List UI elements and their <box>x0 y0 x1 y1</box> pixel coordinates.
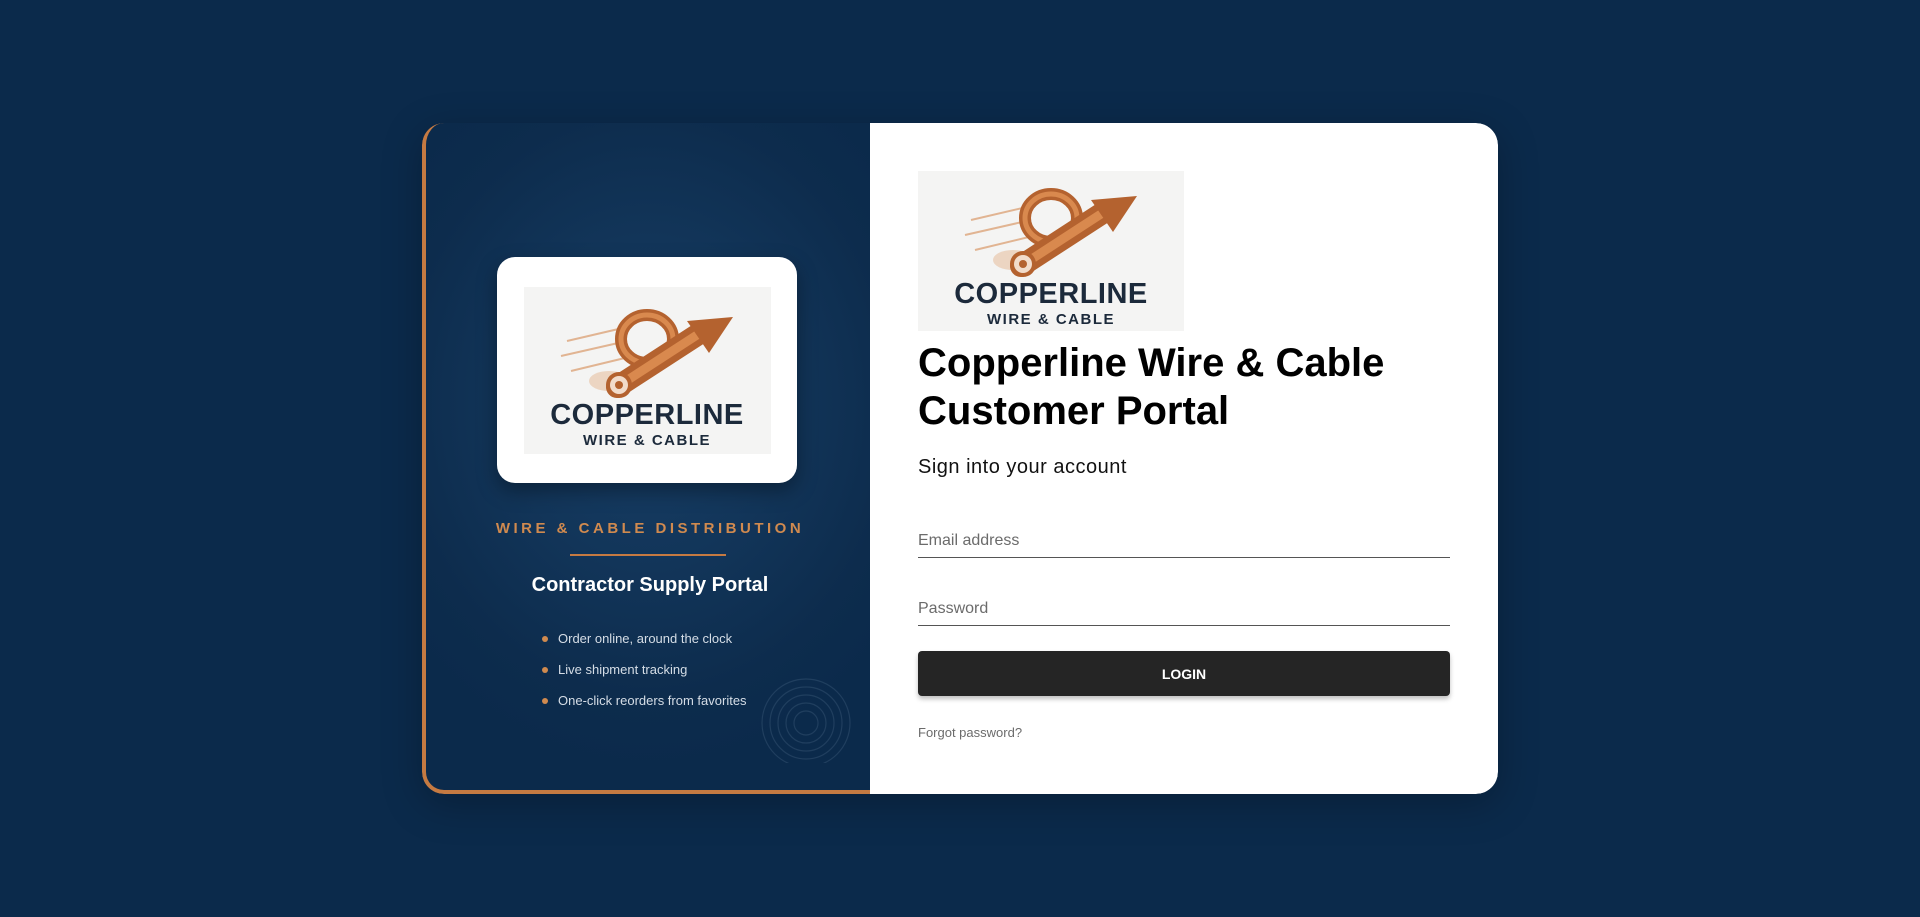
company-logo: COPPERLINE WIRE & CABLE <box>918 171 1184 331</box>
login-subtitle: Sign into your account <box>918 456 1127 478</box>
logo-wordmark: COPPERLINE <box>954 278 1148 310</box>
logo-wordmark: COPPERLINE <box>550 398 744 431</box>
company-logo: COPPERLINE WIRE & CABLE <box>523 286 771 454</box>
login-card: COPPERLINE WIRE & CABLE WIRE & CABLE DIS… <box>422 123 1498 794</box>
logo-subtitle: WIRE & CABLE <box>987 311 1115 328</box>
feature-item: Live shipment tracking <box>542 654 747 685</box>
feature-label: Live shipment tracking <box>558 662 688 677</box>
bullet-dot-icon <box>542 697 548 704</box>
portal-title: Contractor Supply Portal <box>531 574 769 596</box>
feature-label: One-click reorders from favorites <box>558 693 747 708</box>
feature-list: Order online, around the clock Live ship… <box>542 623 747 716</box>
login-button[interactable]: LOGIN <box>918 651 1450 696</box>
logo-subtitle: WIRE & CABLE <box>583 431 711 449</box>
brand-panel: COPPERLINE WIRE & CABLE WIRE & CABLE DIS… <box>422 123 870 794</box>
bullet-dot-icon <box>542 635 548 642</box>
bullet-dot-icon <box>542 666 548 673</box>
email-field[interactable] <box>918 522 1450 558</box>
feature-label: Order online, around the clock <box>558 631 733 646</box>
tagline: WIRE & CABLE DISTRIBUTION <box>495 520 805 537</box>
forgot-password-link[interactable]: Forgot password? <box>918 725 1022 740</box>
brand-logo-card: COPPERLINE WIRE & CABLE <box>497 257 797 483</box>
feature-item: One-click reorders from favorites <box>542 685 747 716</box>
concentric-rings-icon <box>761 678 851 763</box>
page-title: Copperline Wire & Cable Customer Portal <box>918 341 1385 433</box>
copper-wire-coil-arrow-icon <box>560 308 733 398</box>
feature-item: Order online, around the clock <box>542 623 747 654</box>
login-panel: COPPERLINE WIRE & CABLE Copperline Wire … <box>870 123 1498 794</box>
copper-wire-coil-arrow-icon <box>964 188 1137 277</box>
tagline-divider <box>570 554 726 556</box>
header-logo: COPPERLINE WIRE & CABLE <box>918 171 1184 331</box>
password-field[interactable] <box>918 590 1450 626</box>
